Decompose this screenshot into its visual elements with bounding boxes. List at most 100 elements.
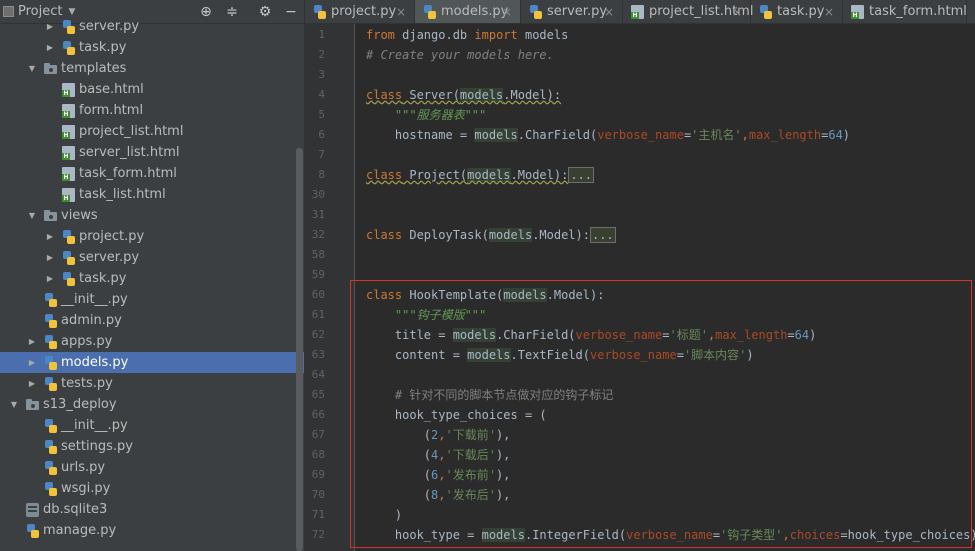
code-text: ), [495,468,511,482]
editor-tab[interactable]: task_form.html [843,0,967,23]
code-line-4[interactable]: class Server(models.Model): [366,85,561,105]
tab-close-icon[interactable]: × [604,0,614,23]
tree-item-label: wsgi.py [61,481,111,496]
tree-item[interactable]: base.html [0,79,304,100]
expand-arrow-right-icon[interactable]: ▶ [44,247,56,268]
code-text: hook_type_choices) [847,528,975,542]
tree-item-label: task.py [79,40,127,55]
expand-arrow-right-icon[interactable]: ▶ [44,268,56,289]
tab-close-icon[interactable]: × [732,0,742,23]
code-line-2[interactable]: # Create your models here. [366,45,554,65]
code-text: = [787,328,795,342]
tab-close-icon[interactable]: × [396,0,406,23]
folded-code-block[interactable]: ... [589,227,616,243]
python-file-icon [26,524,39,538]
tree-item[interactable]: urls.py [0,457,304,478]
expand-arrow-right-icon[interactable]: ▶ [26,331,38,352]
tree-item-label: apps.py [61,334,113,349]
expand-arrow-right-icon[interactable]: ▶ [44,16,56,37]
line-number: 59 [311,268,325,281]
tree-item-label: form.html [79,103,144,118]
tree-item[interactable]: task_form.html [0,163,304,184]
tree-item[interactable]: ▶ apps.py [0,331,304,352]
folder-icon [26,398,39,412]
class-name: Server( [402,88,460,102]
tree-item[interactable]: ▼ s13_deploy [0,394,304,415]
code-line-71[interactable]: ) [366,505,402,525]
code-line-1[interactable]: from django.db import models [366,25,568,45]
code-line-60[interactable]: class HookTemplate(models.Model): [366,285,604,305]
python-file-icon [62,251,75,265]
python-file-icon [44,419,57,433]
code-line-62[interactable]: title = models.CharField(verbose_name = '标… [366,325,816,345]
html-file-icon [62,104,75,118]
code-line-6[interactable]: hostname = models.CharField(verbose_name… [366,125,850,145]
code-line-68[interactable]: (4,'下载后'), [366,445,511,465]
line-number: 4 [318,88,325,101]
tree-item[interactable]: task_list.html [0,184,304,205]
code-line-8[interactable]: class Project(models.Model):... [366,165,594,185]
tree-item[interactable]: ▶ models.py [0,352,304,373]
line-number: 68 [311,448,325,461]
tab-close-icon[interactable]: × [824,0,834,23]
code-line-66[interactable]: hook_type_choices = ( [366,405,547,425]
tree-item[interactable]: settings.py [0,436,304,457]
tab-close-icon[interactable]: × [502,0,512,23]
tree-item[interactable]: manage.py [0,520,304,541]
expand-arrow-down-icon[interactable]: ▼ [26,58,38,79]
expand-arrow-down-icon[interactable]: ▼ [26,205,38,226]
code-line-70[interactable]: (8,'发布后'), [366,485,511,505]
editor-tab-label: models.py [441,4,509,19]
tree-item[interactable]: ▶ task.py [0,37,304,58]
tree-item[interactable]: ▶ project.py [0,226,304,247]
expand-arrow-down-icon[interactable]: ▼ [8,394,20,415]
project-tree-scrollbar[interactable] [296,148,303,551]
code-line-5[interactable]: """服务器表""" [366,105,486,125]
class-name: HookTemplate( [402,288,504,302]
expand-arrow-right-icon[interactable]: ▶ [26,373,38,394]
tree-item[interactable]: ▶ tests.py [0,373,304,394]
tree-item[interactable]: db.sqlite3 [0,499,304,520]
code-line-65[interactable]: # 针对不同的脚本节点做对应的钩子标记 [366,385,613,405]
code-line-72[interactable]: hook_type = models.IntegerField(verbose_… [366,525,975,545]
tree-item[interactable]: ▼ templates [0,58,304,79]
expand-arrow-right-icon[interactable]: ▶ [44,37,56,58]
tree-item[interactable]: project_list.html [0,121,304,142]
editor-tab[interactable]: project_list.html× [623,0,753,23]
tree-item[interactable]: ▼ views [0,205,304,226]
tree-item[interactable]: __init__.py [0,289,304,310]
editor-tab[interactable]: project.py × [305,0,415,23]
code-line-61[interactable]: """钩子模版""" [366,305,486,325]
tree-item-label: views [61,208,98,223]
tree-item[interactable]: server_list.html [0,142,304,163]
folded-code-block[interactable]: ... [568,167,594,183]
tree-item[interactable]: admin.py [0,310,304,331]
code-editor[interactable]: from django.db import models # Create yo… [356,24,975,551]
tree-item-label: __init__.py [61,418,128,433]
param-name: choices [789,528,841,542]
line-number: 7 [318,148,325,161]
tree-item[interactable]: __init__.py [0,415,304,436]
editor-tab[interactable]: server.py × [521,0,623,23]
python-file-icon [423,5,436,19]
expand-arrow-right-icon[interactable]: ▶ [44,226,56,247]
code-line-67[interactable]: (2,'下载前'), [366,425,511,445]
docstring: """服务器表""" [394,108,487,122]
tree-item[interactable]: ▶ server.py [0,16,304,37]
python-file-icon [44,356,57,370]
line-number: 70 [311,488,325,501]
tree-item[interactable]: ▶ task.py [0,268,304,289]
tree-item[interactable]: ▶ server.py [0,247,304,268]
code-line-63[interactable]: content = models.TextField(verbose_name=… [366,345,754,365]
project-view-dropdown-icon[interactable]: ▼ [68,7,75,17]
expand-arrow-right-icon[interactable]: ▶ [26,352,38,373]
tree-item[interactable]: form.html [0,100,304,121]
editor-tab[interactable]: task.py × [751,0,843,23]
editor-tab[interactable]: models.py × [415,0,521,23]
code-line-32[interactable]: class DeployTask(models.Model):... [366,225,616,245]
string-literal: '钩子类型' [720,528,783,542]
code-line-69[interactable]: (6,'发布前'), [366,465,511,485]
tree-item[interactable]: wsgi.py [0,478,304,499]
code-text: = [712,528,721,542]
code-text: models [488,228,533,242]
